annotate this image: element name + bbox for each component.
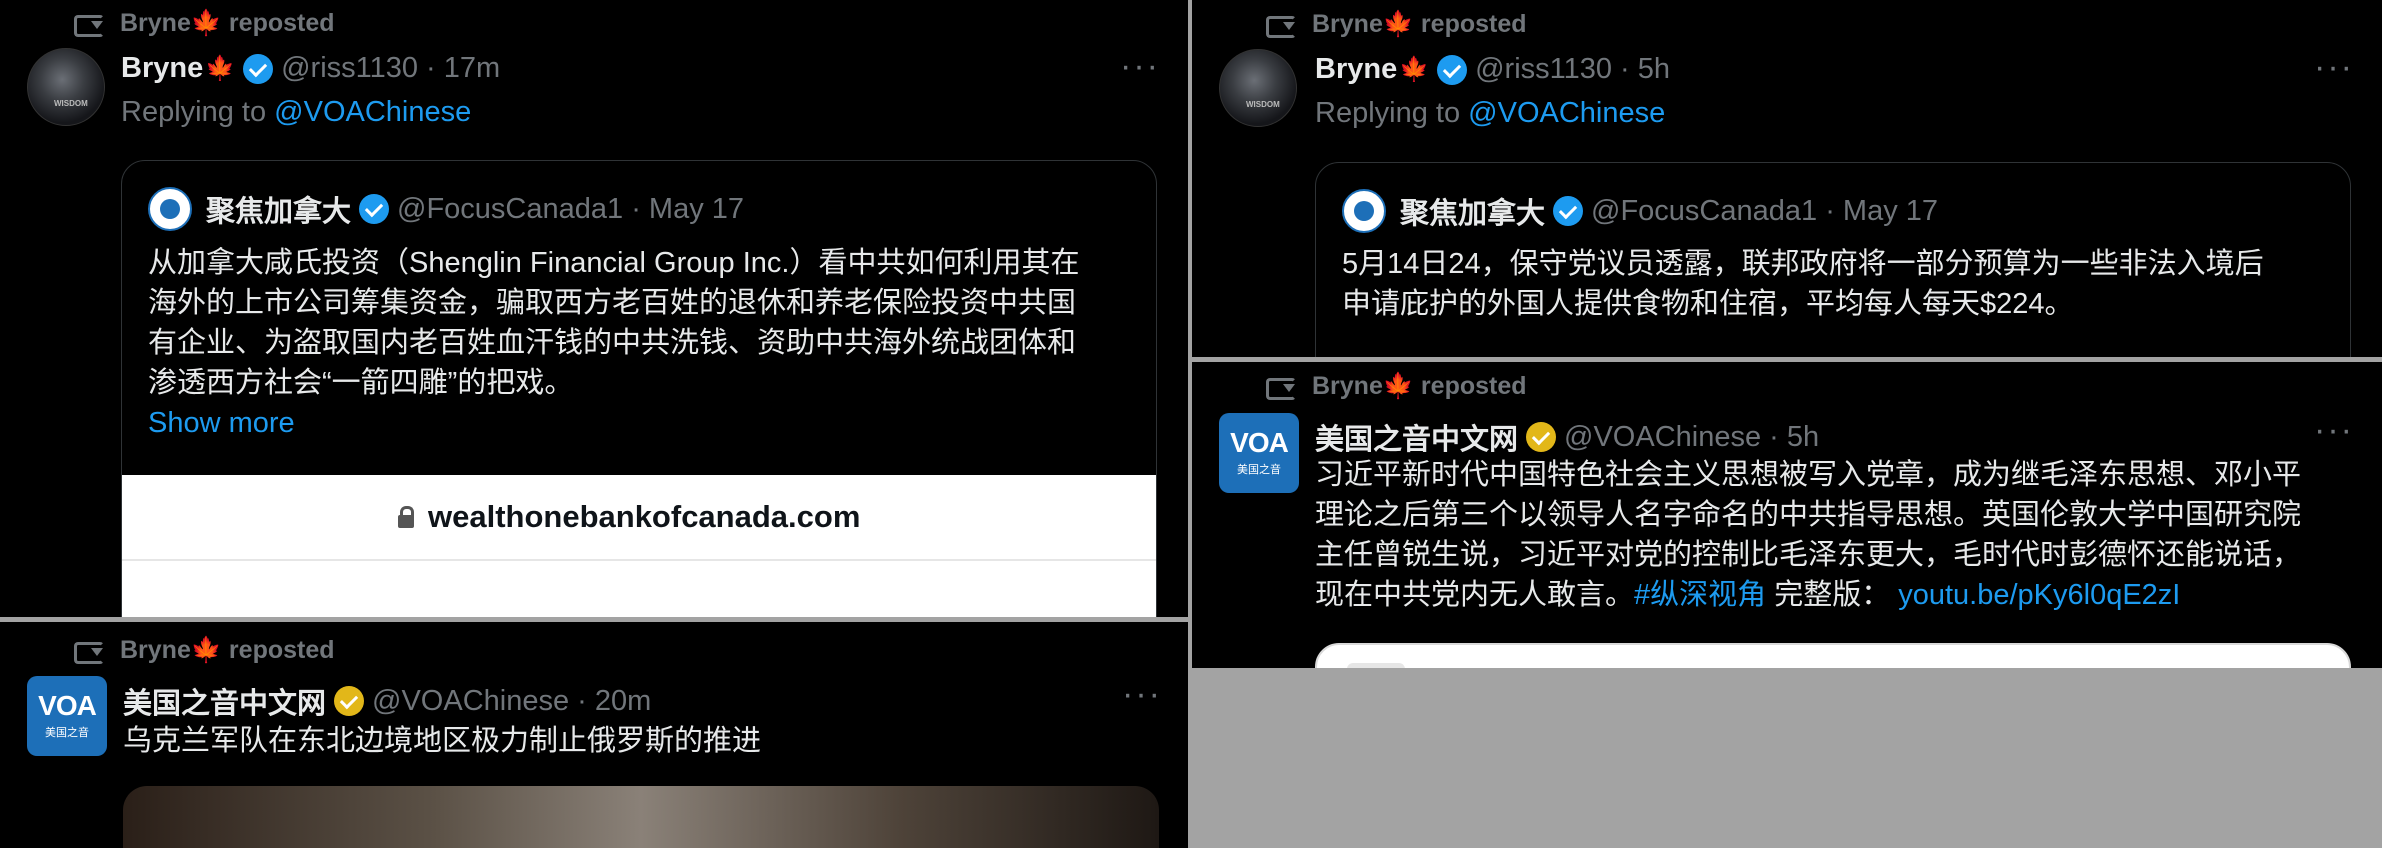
avatar[interactable]: VOA 美国之音	[1219, 413, 1299, 493]
link-domain: wealthonebankofcanada.com	[398, 499, 860, 535]
replying-to-handle[interactable]: @VOAChinese	[274, 96, 471, 128]
link-preview-card[interactable]: wealthonebankofcanada.com	[122, 475, 1156, 617]
tweet-text: 习近平新时代中国特色社会主义思想被写入党章，成为继毛泽东思想、邓小平 理论之后第…	[1315, 455, 2301, 615]
tweet-header: 美国之音中文网 @VOAChinese · 5h	[1315, 416, 1819, 458]
repost-label: Bryne🍁 reposted	[1312, 10, 1527, 38]
tweet-header: Bryne 🍁 @riss1130 · 5h	[1315, 53, 1670, 86]
more-options-icon[interactable]: ···	[2314, 50, 2354, 84]
quote-handle-time[interactable]: @FocusCanada1 · May 17	[397, 193, 744, 226]
url-link[interactable]: youtu.be/pKy6l0qE2zI	[1898, 579, 2180, 611]
author-flag: 🍁	[1399, 56, 1430, 83]
tweet-panel-middle-right: Bryne🍁 reposted VOA 美国之音 美国之音中文网 @VOAChi…	[1192, 362, 2382, 668]
repost-icon	[1266, 376, 1296, 400]
quote-text: 从加拿大咸氏投资（Shenglin Financial Group Inc.）看…	[148, 243, 1079, 443]
replying-to: Replying to @VOAChinese	[121, 96, 471, 129]
quote-handle-time[interactable]: @FocusCanada1 · May 17	[1591, 195, 1938, 228]
lock-icon	[398, 505, 414, 528]
verified-badge-icon	[1526, 422, 1557, 452]
verified-badge-icon	[334, 686, 365, 716]
quoted-tweet[interactable]: 聚焦加拿大 @FocusCanada1 · May 17 从加拿大咸氏投资（Sh…	[121, 160, 1157, 617]
author-handle-time[interactable]: @riss1130 · 17m	[281, 52, 500, 85]
tweet-line: 主任曾锐生说，习近平对党的控制比毛泽东更大，毛时代时彭德怀还能说话，	[1315, 539, 2302, 571]
tweet-panel-bottom-left: Bryne🍁 reposted VOA 美国之音 美国之音中文网 @VOAChi…	[0, 622, 1188, 848]
quote-avatar[interactable]	[1342, 189, 1386, 233]
quote-avatar[interactable]	[148, 187, 192, 231]
empty-area	[1192, 668, 2382, 848]
repost-indicator: Bryne🍁 reposted	[1266, 10, 1527, 39]
link-preview-card[interactable]	[1315, 643, 2351, 668]
tweet-header: 美国之音中文网 @VOAChinese · 20m	[123, 680, 651, 722]
more-options-icon[interactable]: ···	[1120, 49, 1160, 83]
author-name[interactable]: Bryne	[121, 52, 203, 85]
author-name[interactable]: Bryne	[1315, 53, 1397, 86]
avatar-text: WISDOM	[54, 99, 88, 108]
avatar[interactable]: WISDOM	[27, 48, 105, 126]
author-name[interactable]: 美国之音中文网	[123, 680, 326, 722]
hashtag-link[interactable]: #纵深视角	[1634, 579, 1766, 611]
quote-header: 聚焦加拿大 @FocusCanada1 · May 17	[1342, 189, 1938, 233]
quote-author-name[interactable]: 聚焦加拿大	[1400, 190, 1545, 232]
voa-logo: VOA	[1230, 427, 1289, 458]
avatar[interactable]: VOA 美国之音	[27, 676, 107, 756]
repost-label: Bryne🍁 reposted	[120, 9, 335, 37]
quote-line: 海外的上市公司筹集资金，骗取西方老百姓的退休和养老保险投资中共国	[148, 287, 1077, 319]
more-options-icon[interactable]: ···	[2314, 413, 2354, 447]
quote-line: 5月14日24，保守党议员透露，联邦政府将一部分预算为一些非法入境后	[1342, 248, 2264, 280]
tweet-text: 乌克兰军队在东北边境地区极力制止俄罗斯的推进	[123, 725, 762, 757]
quote-text: 5月14日24，保守党议员透露，联邦政府将一部分预算为一些非法入境后 申请庇护的…	[1342, 244, 2264, 324]
repost-icon	[74, 13, 104, 37]
replying-to-prefix: Replying to	[1315, 97, 1469, 129]
replying-to-handle[interactable]: @VOAChinese	[1468, 97, 1665, 129]
quoted-tweet[interactable]: 聚焦加拿大 @FocusCanada1 · May 17 5月14日24，保守党…	[1315, 162, 2351, 357]
verified-badge-icon	[243, 53, 274, 84]
tweet-line-text: 现在中共党内无人敢言。	[1315, 579, 1635, 611]
repost-indicator: Bryne🍁 reposted	[74, 9, 335, 38]
more-options-icon[interactable]: ···	[1122, 677, 1162, 711]
quote-line: 从加拿大咸氏投资（Shenglin Financial Group Inc.）看…	[148, 247, 1080, 279]
avatar-text: WISDOM	[1246, 100, 1280, 109]
quote-line: 渗透西方社会“一箭四雕”的把戏。	[148, 367, 574, 399]
verified-badge-icon	[1553, 196, 1584, 226]
tweet-panel-top-left: Bryne🍁 reposted WISDOM Bryne 🍁 @riss1130…	[0, 0, 1188, 617]
repost-indicator: Bryne🍁 reposted	[1266, 372, 1527, 401]
author-name[interactable]: 美国之音中文网	[1315, 416, 1518, 458]
repost-icon	[1266, 14, 1296, 38]
repost-icon	[74, 640, 104, 664]
repost-label: Bryne🍁 reposted	[1312, 372, 1527, 400]
avatar[interactable]: WISDOM	[1219, 49, 1297, 127]
tweet-line: 理论之后第三个以领导人名字命名的中共指导思想。英国伦敦大学中国研究院	[1315, 499, 2302, 531]
link-domain-text: wealthonebankofcanada.com	[428, 499, 861, 534]
quote-line: 有企业、为盗取国内老百姓血汗钱的中共洗钱、资助中共海外统战团体和	[148, 327, 1077, 359]
author-flag: 🍁	[205, 55, 236, 82]
quote-line: 申请庇护的外国人提供食物和住宿，平均每人每天$224。	[1342, 288, 2074, 320]
tweet-panel-top-right: Bryne🍁 reposted WISDOM Bryne 🍁 @riss1130…	[1192, 0, 2382, 357]
verified-badge-icon	[359, 194, 390, 224]
tweet-header: Bryne 🍁 @riss1130 · 17m	[121, 52, 500, 85]
author-handle-time[interactable]: @VOAChinese · 5h	[1564, 421, 1819, 454]
quote-author-name[interactable]: 聚焦加拿大	[206, 188, 351, 230]
voa-logo: VOA	[38, 690, 97, 721]
repost-label: Bryne🍁 reposted	[120, 636, 335, 664]
replying-to: Replying to @VOAChinese	[1315, 97, 1665, 130]
quote-header: 聚焦加拿大 @FocusCanada1 · May 17	[148, 187, 744, 231]
show-more-link[interactable]: Show more	[148, 403, 1079, 443]
replying-to-prefix: Replying to	[121, 96, 275, 128]
media-preview[interactable]	[123, 786, 1159, 848]
author-handle-time[interactable]: @VOAChinese · 20m	[372, 685, 651, 718]
repost-indicator: Bryne🍁 reposted	[74, 636, 335, 665]
verified-badge-icon	[1437, 54, 1468, 85]
full-version-label: 完整版：	[1766, 579, 1891, 611]
tweet-line: 习近平新时代中国特色社会主义思想被写入党章，成为继毛泽东思想、邓小平	[1315, 459, 2302, 491]
tweet-line-last: 现在中共党内无人敢言。#纵深视角 完整版： youtu.be/pKy6l0qE2z…	[1315, 575, 2301, 615]
author-handle-time[interactable]: @riss1130 · 5h	[1475, 53, 1670, 86]
voa-logo-sub: 美国之音	[1237, 464, 1281, 476]
voa-logo-sub: 美国之音	[45, 727, 89, 739]
